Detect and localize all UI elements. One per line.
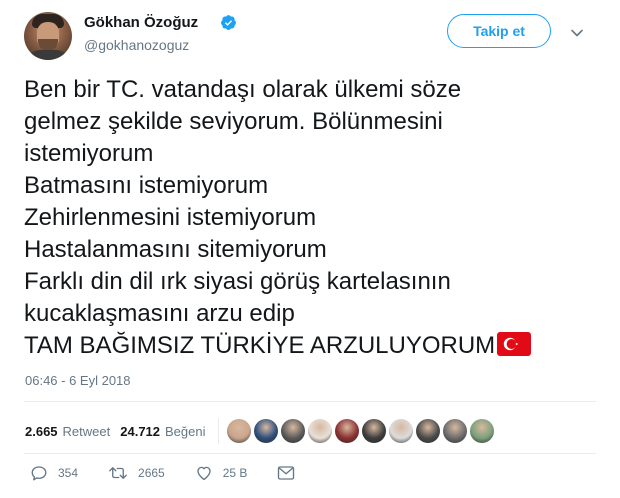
tweet-body: Ben bir TC. vatandaşı olarak ülkemi söze… (24, 76, 496, 359)
retweet-icon (109, 467, 127, 479)
like-count: 24.712 (120, 423, 161, 439)
envelope-icon (278, 466, 295, 480)
like-action[interactable]: 25 B (195, 464, 248, 482)
divider (24, 401, 596, 402)
liker-avatar-7[interactable] (388, 419, 413, 443)
liker-avatar-8[interactable] (415, 419, 440, 443)
reply-action[interactable]: 354 (30, 464, 78, 482)
follow-button[interactable]: Takip et (447, 14, 551, 48)
display-name[interactable]: Gökhan Özoğuz (84, 14, 198, 31)
divider (217, 418, 219, 444)
heart-icon (197, 466, 211, 481)
verified-badge-icon (221, 15, 236, 30)
retweet-label: Retweet (62, 423, 111, 439)
retweet-action-count: 2665 (138, 466, 165, 480)
liker-avatar-5[interactable] (334, 419, 359, 443)
liker-avatar-10[interactable] (469, 419, 494, 443)
divider (24, 453, 596, 454)
profile-avatar[interactable] (24, 12, 72, 60)
liker-avatar-1[interactable] (226, 419, 251, 443)
user-handle[interactable]: @gokhanozoguz (84, 37, 189, 53)
retweet-count: 2.665 (25, 423, 58, 439)
avatar-shirt (26, 50, 70, 60)
liker-avatar-9[interactable] (442, 419, 467, 443)
liker-avatar-6[interactable] (361, 419, 386, 443)
chevron-down-icon[interactable] (570, 26, 584, 40)
turkey-flag-icon (497, 332, 532, 356)
like-stat[interactable]: 24.712 Beğeni (120, 424, 205, 439)
liker-avatars (226, 419, 497, 443)
engagement-stats: 2.665 Retweet 24.712 Beğeni (25, 418, 497, 444)
reply-count: 354 (58, 466, 79, 480)
retweet-action[interactable]: 2665 (108, 464, 165, 482)
direct-message-action[interactable] (277, 465, 305, 481)
liker-avatar-2[interactable] (253, 419, 278, 443)
tweet-timestamp[interactable]: 06:46 - 6 Eyl 2018 (25, 373, 131, 388)
tweet-text: Ben bir TC. vatandaşı olarak ülkemi söze… (24, 74, 604, 362)
retweet-stat[interactable]: 2.665 Retweet (25, 424, 110, 439)
like-action-count: 25 B (222, 466, 248, 480)
like-label: Beğeni (165, 423, 206, 439)
liker-avatar-3[interactable] (280, 419, 305, 443)
reply-icon (31, 466, 47, 481)
tweet-actions: 354 2665 25 B (30, 464, 335, 482)
liker-avatar-4[interactable] (307, 419, 332, 443)
